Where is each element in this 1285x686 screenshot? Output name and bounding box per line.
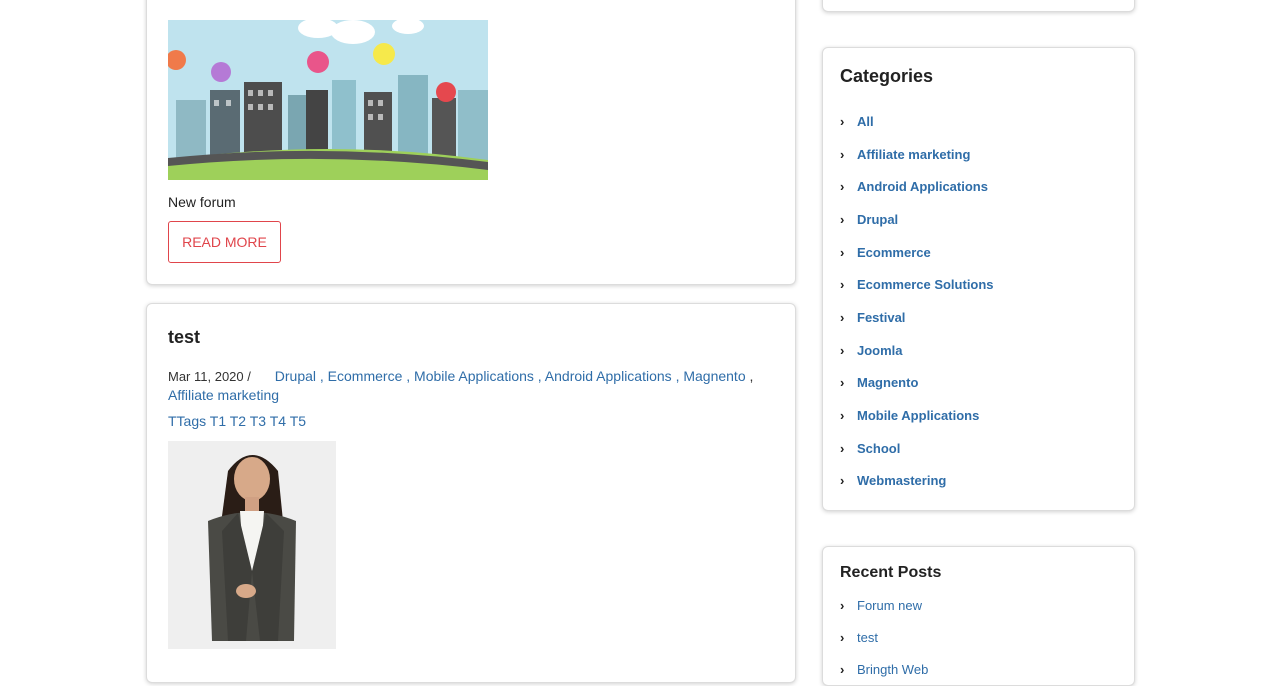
recent-post-link[interactable]: test: [857, 630, 878, 645]
sidebar-recent-posts: Recent Posts › Forum new › test › Bringth W…: [822, 546, 1135, 686]
tag-link[interactable]: T3: [250, 413, 266, 429]
chevron-right-icon: ›: [840, 211, 845, 227]
chevron-right-icon: ›: [840, 629, 845, 645]
post-category-link[interactable]: , Android Applications: [538, 368, 672, 384]
category-link[interactable]: Ecommerce Solutions: [857, 277, 994, 292]
post-card-forum: New forum READ MORE: [146, 0, 796, 285]
tag-link[interactable]: T4: [270, 413, 286, 429]
category-item[interactable]: › All: [840, 105, 994, 138]
chevron-right-icon: ›: [840, 146, 845, 162]
category-link[interactable]: All: [857, 114, 874, 129]
post-category-link[interactable]: , Magnento: [676, 368, 746, 384]
chevron-right-icon: ›: [840, 473, 845, 489]
category-item[interactable]: › Joomla: [840, 334, 994, 367]
category-item[interactable]: › Magnento: [840, 367, 994, 400]
post-title[interactable]: test: [168, 327, 200, 348]
chevron-right-icon: ›: [840, 375, 845, 391]
tag-link[interactable]: T2: [230, 413, 246, 429]
category-link[interactable]: Magnento: [857, 375, 918, 390]
categories-list: › All › Affiliate marketing › Android Appli…: [840, 105, 994, 497]
chevron-right-icon: ›: [840, 309, 845, 325]
chevron-right-icon: ›: [840, 661, 845, 677]
category-item[interactable]: › Festival: [840, 301, 994, 334]
category-link[interactable]: Festival: [857, 310, 905, 325]
category-item[interactable]: › Webmastering: [840, 465, 994, 498]
category-item[interactable]: › Ecommerce: [840, 236, 994, 269]
chevron-right-icon: ›: [840, 408, 845, 424]
category-item[interactable]: › Mobile Applications: [840, 399, 994, 432]
sidebar-categories: Categories › All › Affiliate marketing › An…: [822, 47, 1135, 511]
post-category-link[interactable]: , Mobile Applications: [406, 368, 534, 384]
recent-post-item[interactable]: › Forum new: [840, 589, 928, 621]
category-link[interactable]: Joomla: [857, 343, 903, 358]
read-more-button[interactable]: READ MORE: [168, 221, 281, 263]
tag-link[interactable]: T5: [290, 413, 306, 429]
post-image-woman: [168, 441, 336, 649]
recent-posts-heading: Recent Posts: [840, 564, 942, 581]
post-category-link[interactable]: Affiliate marketing: [168, 387, 279, 403]
category-item[interactable]: › Drupal: [840, 203, 994, 236]
post-category-link[interactable]: , Ecommerce: [320, 368, 402, 384]
category-link[interactable]: Ecommerce: [857, 245, 931, 260]
recent-post-link[interactable]: Forum new: [857, 598, 922, 613]
city-illustration: [168, 20, 488, 180]
post-tags: TTags T1 T2 T3 T4 T5: [168, 413, 306, 429]
post-meta: Mar 11, 2020 / Drupal , Ecommerce , Mobi…: [168, 367, 768, 404]
post-category-link[interactable]: Drupal: [275, 368, 316, 384]
category-link[interactable]: Android Applications: [857, 179, 988, 194]
tags-label: TTags: [168, 413, 207, 429]
post-card-test: test Mar 11, 2020 / Drupal , Ecommerce ,…: [146, 303, 796, 683]
chevron-right-icon: ›: [840, 440, 845, 456]
categories-heading: Categories: [840, 66, 934, 86]
chevron-right-icon: ›: [840, 113, 845, 129]
chevron-right-icon: ›: [840, 244, 845, 260]
tag-link[interactable]: T1: [210, 413, 226, 429]
recent-post-item[interactable]: › Bringth Web: [840, 653, 928, 685]
recent-post-link[interactable]: Bringth Web: [857, 662, 928, 677]
category-link[interactable]: Mobile Applications: [857, 408, 979, 423]
category-item[interactable]: › Ecommerce Solutions: [840, 268, 994, 301]
recent-posts-list: › Forum new › test › Bringth Web: [840, 589, 928, 685]
category-link[interactable]: School: [857, 441, 900, 456]
chevron-right-icon: ›: [840, 179, 845, 195]
category-link[interactable]: Affiliate marketing: [857, 147, 970, 162]
chevron-right-icon: ›: [840, 597, 845, 613]
category-item[interactable]: › Android Applications: [840, 170, 994, 203]
category-item[interactable]: › Affiliate marketing: [840, 138, 994, 171]
post-snippet: New forum: [168, 194, 236, 210]
post-date: Mar 11, 2020 /: [168, 369, 251, 384]
chevron-right-icon: ›: [840, 277, 845, 293]
category-link[interactable]: Webmastering: [857, 473, 946, 488]
category-separator: ,: [749, 368, 754, 384]
chevron-right-icon: ›: [840, 342, 845, 358]
category-link[interactable]: Drupal: [857, 212, 898, 227]
recent-post-item[interactable]: › test: [840, 621, 928, 653]
category-item[interactable]: › School: [840, 432, 994, 465]
sidebar-widget-top: [822, 0, 1135, 12]
